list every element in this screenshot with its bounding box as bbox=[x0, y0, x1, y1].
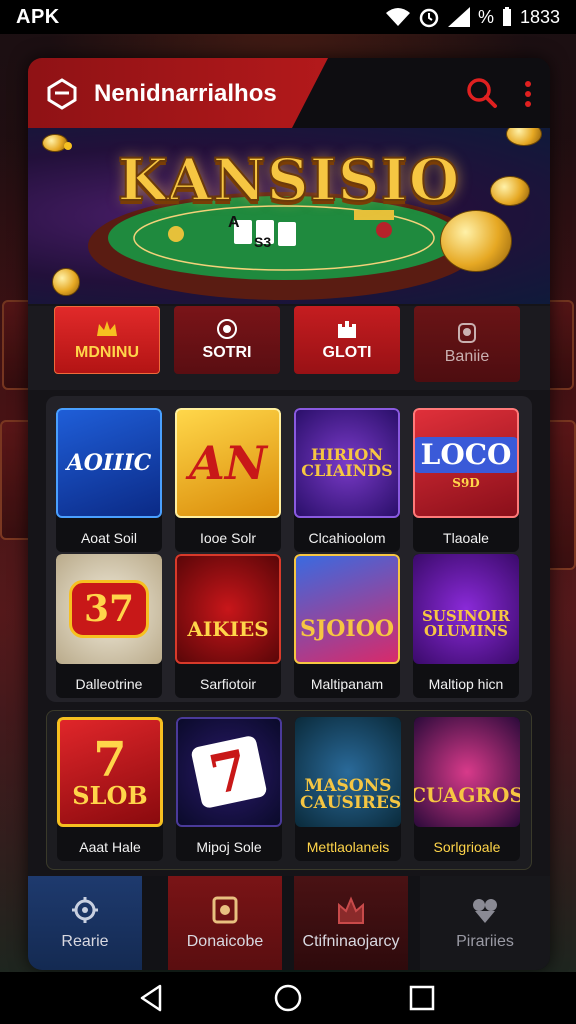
coin-icon bbox=[440, 210, 512, 272]
character-icon: SJOIOO bbox=[294, 554, 400, 664]
tab-sotri[interactable]: SOTRI bbox=[174, 306, 280, 374]
champion-icon bbox=[338, 896, 364, 924]
carrier-label: APK bbox=[16, 5, 60, 28]
search-icon[interactable] bbox=[466, 77, 498, 109]
game-tile[interactable]: 7 SLOB Aaat Hale bbox=[57, 717, 163, 861]
game-title: Aoat Soil bbox=[80, 530, 138, 546]
tab-gloti[interactable]: GLOTI bbox=[294, 306, 400, 374]
fox-icon: MASONS CAUSIRES bbox=[295, 717, 401, 827]
clock: 1833 bbox=[519, 6, 560, 27]
seven-card-icon: 7 bbox=[176, 717, 282, 827]
hero-title: KANSISIO bbox=[117, 145, 461, 215]
games-grid: AOIIIC Aoat Soil AN Iooe Solr HIRION CLI… bbox=[46, 396, 532, 702]
hero-banner[interactable]: A S3 KANSISIO bbox=[28, 128, 550, 304]
tab-label: MDNINU bbox=[75, 344, 139, 361]
slot-machine-icon: 37 bbox=[56, 554, 162, 664]
favorites-icon bbox=[473, 899, 497, 923]
game-title: Sarfiotoir bbox=[199, 676, 257, 692]
tab-mdninu[interactable]: MDNINU bbox=[54, 306, 160, 374]
game-tile[interactable]: SUSINOIR OLUMINS Maltiop hicn bbox=[413, 554, 519, 698]
bottom-navigation: Rearie Donaicobe Ctifninaojarcy Pirariie… bbox=[28, 876, 550, 970]
game-title: Maltiop hicn bbox=[428, 676, 504, 692]
game-title: Maltipanam bbox=[310, 676, 384, 692]
nav-label: Pirariies bbox=[456, 933, 514, 950]
game-tile[interactable]: SJOIOO Maltipanam bbox=[294, 554, 400, 698]
game-tile[interactable]: MASONS CAUSIRES Mettlaolaneis bbox=[295, 717, 401, 861]
castle-icon bbox=[338, 321, 356, 338]
dog-icon: CUAGROS bbox=[414, 717, 520, 827]
system-navigation-bar bbox=[0, 972, 576, 1024]
slot-icon: AN bbox=[175, 408, 281, 518]
game-title: Dalleotrine bbox=[75, 676, 143, 692]
coin-icon bbox=[506, 128, 542, 146]
game-title: Mipoj Sole bbox=[196, 839, 262, 855]
coin-icon bbox=[52, 268, 80, 296]
game-tile[interactable]: AN Iooe Solr bbox=[175, 408, 281, 552]
game-title: Sorlgrioale bbox=[433, 839, 501, 855]
seven-icon: 7 SLOB bbox=[57, 717, 163, 827]
battery-icon bbox=[502, 7, 511, 26]
more-options-icon[interactable] bbox=[520, 78, 536, 110]
game-tile[interactable]: CUAGROS Sorlgrioale bbox=[414, 717, 520, 861]
game-tile[interactable]: HIRION CLIAINDS Clcahioolom bbox=[294, 408, 400, 552]
recents-icon[interactable] bbox=[406, 982, 438, 1014]
character-icon: SUSINOIR OLUMINS bbox=[413, 554, 519, 664]
game-tile[interactable]: AOIIIC Aoat Soil bbox=[56, 408, 162, 552]
category-tabs: MDNINU SOTRI GLOTI Baniie bbox=[28, 306, 550, 390]
wings-icon: AOIIIC bbox=[56, 408, 162, 518]
battery-label: % bbox=[477, 6, 494, 27]
status-bar: APK % 1833 bbox=[0, 0, 576, 34]
wifi-icon bbox=[385, 8, 410, 26]
nav-label: Donaicobe bbox=[186, 933, 264, 950]
game-title: Tlaoale bbox=[443, 530, 489, 546]
frame-icon: LOCO S9D bbox=[413, 408, 519, 518]
game-tile[interactable]: AIKIES Sarfiotoir bbox=[175, 554, 281, 698]
home-button-icon[interactable] bbox=[272, 982, 304, 1014]
app-title: Nenidnarrialhos bbox=[94, 80, 277, 107]
badge-icon bbox=[458, 323, 476, 343]
game-title: Aaat Hale bbox=[79, 839, 141, 855]
signal-icon bbox=[447, 7, 470, 27]
nav-item-favorites[interactable]: Pirariies bbox=[420, 876, 550, 970]
game-tile[interactable]: 37 Dalleotrine bbox=[56, 554, 162, 698]
game-tile[interactable]: LOCO S9D Tlaoale bbox=[413, 408, 519, 552]
nav-item-champion[interactable]: Ctifninaojarcy bbox=[294, 876, 408, 970]
tab-label: Baniie bbox=[444, 348, 490, 365]
tab-label: GLOTI bbox=[322, 344, 372, 361]
game-tile[interactable]: 7 Mipoj Sole bbox=[176, 717, 282, 861]
active-tab-indicator bbox=[64, 142, 72, 150]
game-title: Clcahioolom bbox=[308, 530, 386, 546]
nav-label: Rearie bbox=[61, 933, 109, 950]
game-title: Iooe Solr bbox=[199, 530, 257, 546]
alarm-icon bbox=[419, 8, 439, 28]
game-title: Mettlaolaneis bbox=[306, 839, 390, 855]
back-icon[interactable] bbox=[136, 982, 168, 1014]
coin-icon bbox=[490, 176, 530, 206]
app-header: Nenidnarrialhos bbox=[28, 58, 550, 128]
nav-item-bonus[interactable]: Donaicobe bbox=[168, 876, 282, 970]
nav-item-home[interactable]: Rearie bbox=[28, 876, 142, 970]
tiger-icon: AIKIES bbox=[175, 554, 281, 664]
status-icons: % 1833 bbox=[385, 6, 560, 28]
chip-icon bbox=[217, 319, 237, 339]
tab-baniie[interactable]: Baniie bbox=[414, 306, 520, 382]
games-grid-secondary: 7 SLOB Aaat Hale 7 Mipoj Sole MASONS CAU… bbox=[46, 710, 532, 870]
home-icon bbox=[72, 897, 98, 923]
app-window: Nenidnarrialhos A S3 KANSISIO MDNINU SOT… bbox=[28, 58, 550, 970]
crown-icon bbox=[97, 321, 117, 336]
nav-label: Ctifninaojarcy bbox=[302, 933, 400, 950]
emblem-icon: HIRION CLIAINDS bbox=[294, 408, 400, 518]
table-card-text: S3 bbox=[254, 234, 272, 250]
tab-label: SOTRI bbox=[202, 344, 252, 361]
bonus-icon bbox=[212, 896, 238, 924]
app-logo-icon[interactable] bbox=[46, 78, 78, 110]
table-card-text: A bbox=[228, 214, 240, 231]
